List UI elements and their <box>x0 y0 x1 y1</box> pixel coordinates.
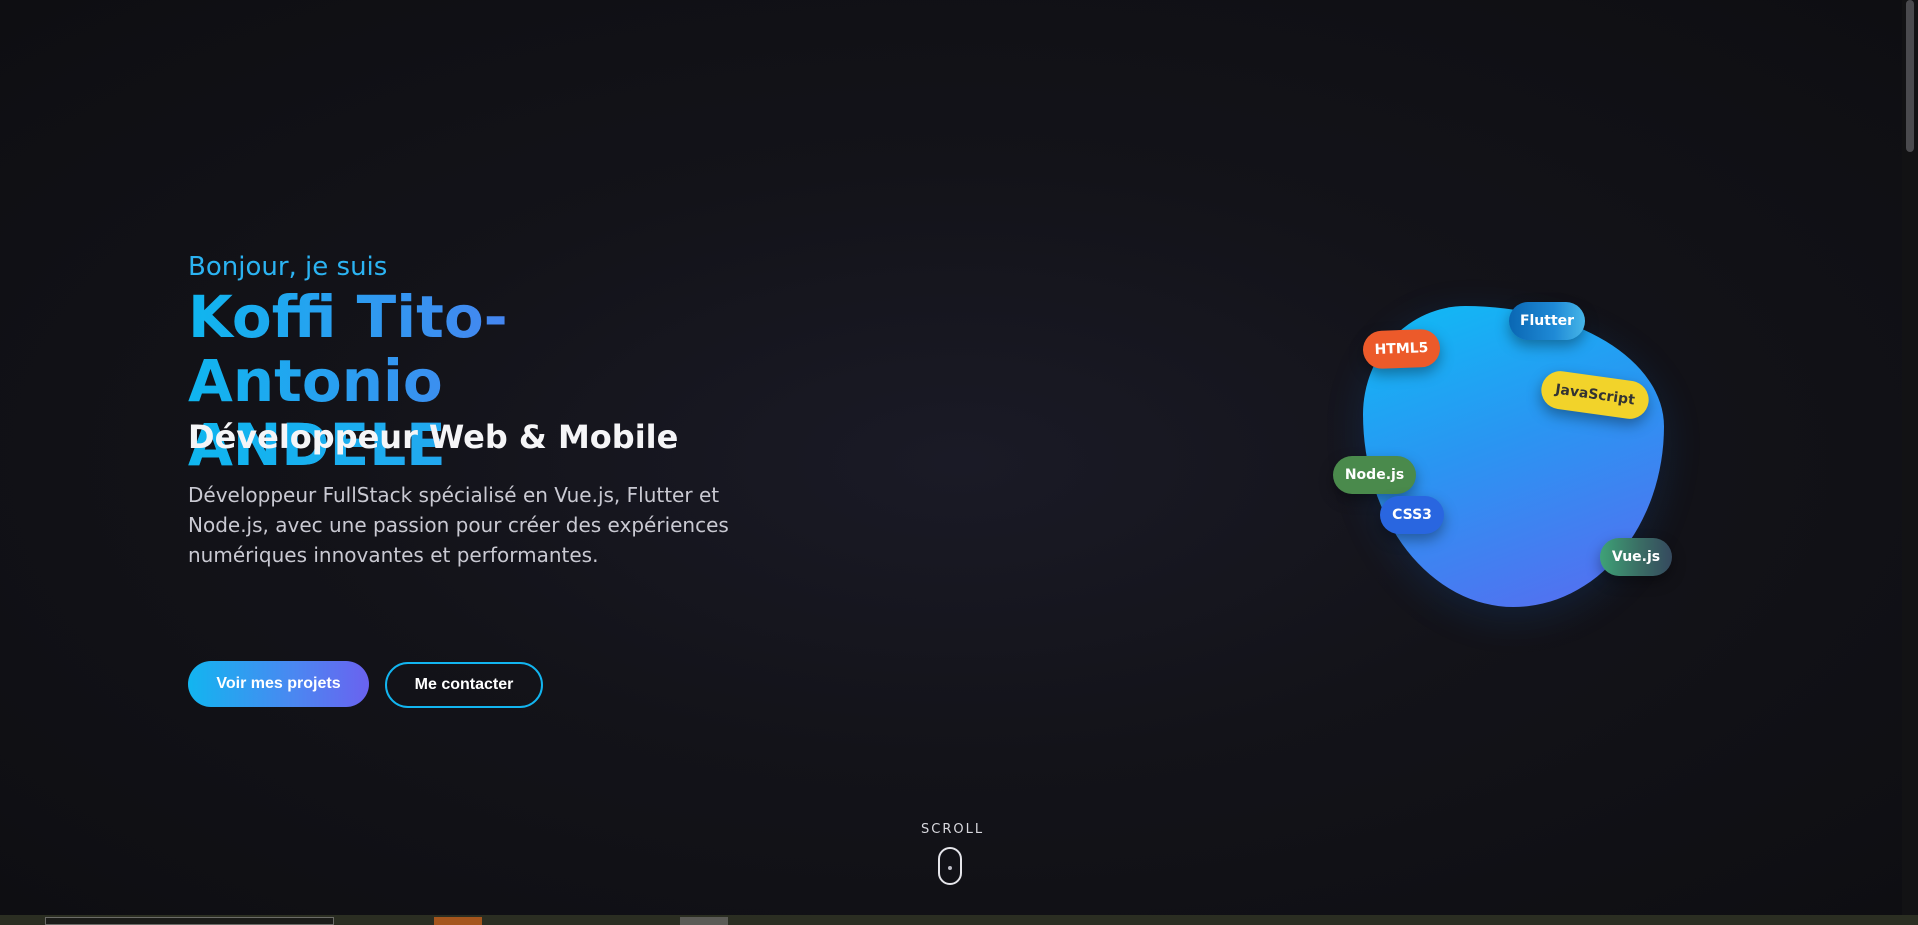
tech-tag-flutter: Flutter <box>1509 302 1585 340</box>
taskbar-app-button[interactable] <box>680 917 728 925</box>
taskbar-app-button[interactable] <box>434 917 482 925</box>
hero-page: Bonjour, je suis Koffi Tito-Antonio ANDE… <box>0 0 1918 925</box>
mouse-wheel-dot <box>948 866 952 870</box>
hero-greeting: Bonjour, je suis <box>188 252 388 282</box>
mouse-icon[interactable] <box>938 847 962 885</box>
os-taskbar <box>0 915 1918 925</box>
page-scrollbar[interactable] <box>1902 0 1918 918</box>
tech-tag-html: HTML5 <box>1362 328 1441 370</box>
tech-tag-vue: Vue.js <box>1600 538 1672 576</box>
view-projects-button[interactable]: Voir mes projets <box>188 661 369 707</box>
contact-button[interactable]: Me contacter <box>385 662 543 708</box>
tech-tag-css: CSS3 <box>1380 496 1444 534</box>
hero-role: Développeur Web & Mobile <box>188 418 679 456</box>
hero-description: Développeur FullStack spécialisé en Vue.… <box>188 483 729 567</box>
tech-tag-node: Node.js <box>1333 456 1416 494</box>
scroll-label: SCROLL <box>921 822 985 837</box>
hero-name-first: Koffi Tito-Antonio <box>188 283 508 415</box>
taskbar-search-box[interactable] <box>45 917 334 925</box>
scrollbar-thumb[interactable] <box>1906 0 1914 152</box>
